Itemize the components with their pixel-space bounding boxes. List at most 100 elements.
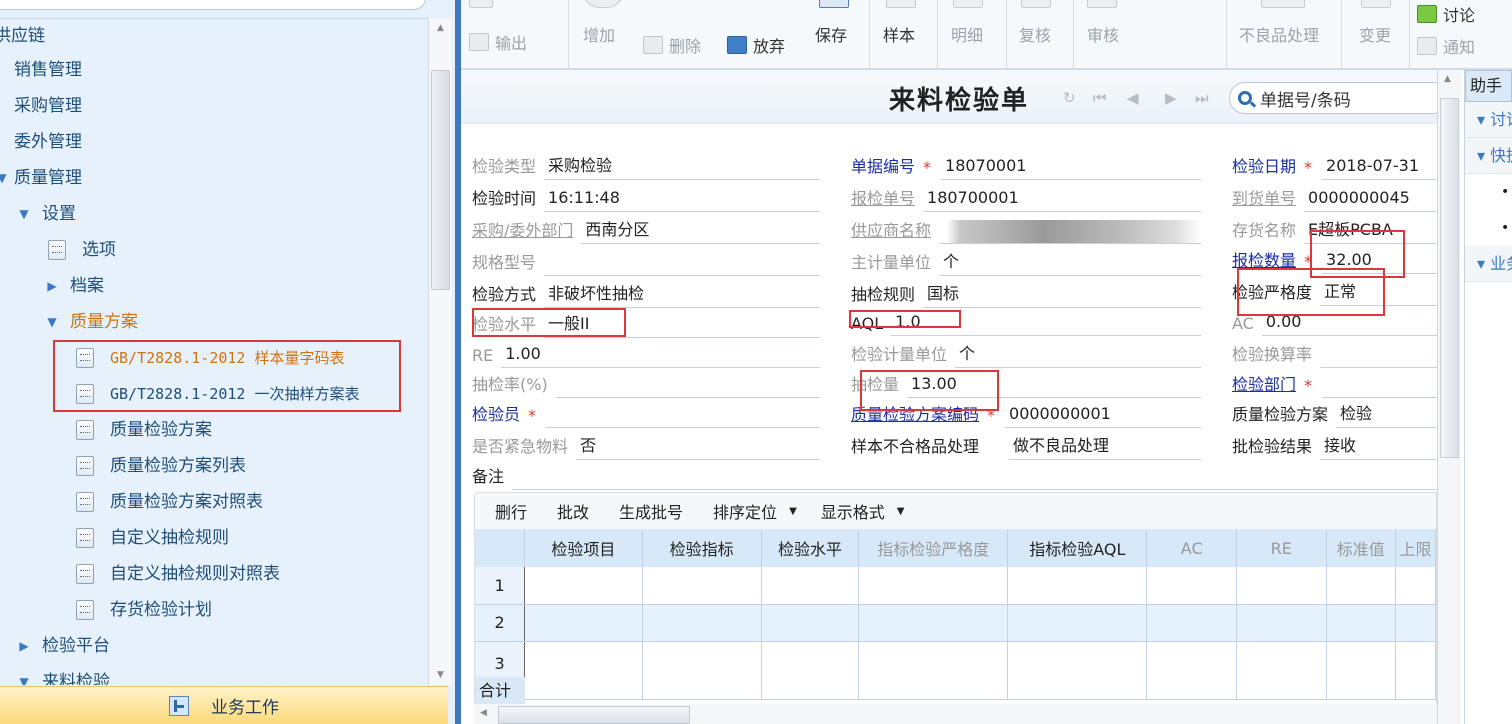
tree-item-custom-rule[interactable]: 自定义抽检规则 <box>76 521 229 555</box>
chevron-down-icon[interactable]: ▼ <box>897 506 905 517</box>
sample-button[interactable]: 样本 <box>883 22 915 46</box>
field-sample-rate[interactable]: 抽检率(%) <box>472 368 820 398</box>
tree-item-settings[interactable]: ▼ 设置 <box>14 197 76 231</box>
tree-item-sample-size-code-table[interactable]: GB/T2828.1-2012 样本量字码表 <box>76 341 345 375</box>
helper-section-discuss[interactable]: ▾ 讨论 <box>1465 102 1512 138</box>
tree-item-quality[interactable]: ▼质量管理 <box>0 161 82 195</box>
discard-button[interactable]: 放弃 <box>727 33 785 57</box>
batch-edit-button[interactable]: 批改 <box>557 499 589 523</box>
field-remark[interactable]: 备注 <box>472 460 1438 490</box>
field-inspector[interactable]: 检验员 * <box>472 398 820 428</box>
table-cell[interactable] <box>1007 567 1148 605</box>
table-cell[interactable] <box>858 641 1009 700</box>
save-icon[interactable] <box>819 0 849 8</box>
table-cell[interactable] <box>1146 604 1237 642</box>
field-insp-unit[interactable]: 检验计量单位个 <box>851 338 1201 368</box>
scroll-left-icon[interactable]: ◀ <box>480 708 487 718</box>
field-supplier[interactable]: 供应商名称（已模糊处理） <box>851 214 1201 244</box>
delete-button[interactable]: 删除 <box>643 33 701 57</box>
tree-item-single-sampling-table[interactable]: GB/T2828.1-2012 一次抽样方案表 <box>76 377 360 411</box>
field-sample-rule[interactable]: 抽检规则 国标 <box>851 278 1201 308</box>
column-header[interactable]: 检验水平 <box>761 529 860 567</box>
table-cell[interactable] <box>1395 567 1436 605</box>
scroll-up-icon[interactable]: ▲ <box>429 18 452 38</box>
column-header[interactable]: RE <box>1236 529 1327 567</box>
field-batch-result[interactable]: 批检验结果 接收 <box>1232 430 1437 460</box>
table-cell[interactable] <box>642 604 762 642</box>
tree-item-supply-chain[interactable]: 供应链 <box>0 19 45 53</box>
tree-item-custom-rule-mapping[interactable]: 自定义抽检规则对照表 <box>76 557 280 591</box>
audit-icon[interactable] <box>1087 0 1117 8</box>
table-cell[interactable] <box>1395 604 1436 642</box>
table-cell[interactable] <box>1007 604 1148 642</box>
chevron-down-icon[interactable]: ▼ <box>789 506 797 517</box>
field-insp-level[interactable]: 检验水平 一般II <box>472 308 820 338</box>
table-cell[interactable] <box>1236 604 1327 642</box>
table-row[interactable]: 2 <box>475 604 1436 642</box>
table-cell[interactable] <box>524 604 643 642</box>
tree-item-options[interactable]: 选项 <box>48 233 116 267</box>
tree-item-plan-list[interactable]: 质量检验方案列表 <box>76 449 246 483</box>
delete-row-button[interactable]: 删行 <box>495 499 527 523</box>
export-button[interactable]: 输出 <box>469 30 527 54</box>
field-dept[interactable]: 采购/委外部门 西南分区 <box>472 214 820 244</box>
recheck-button[interactable]: 复核 <box>1019 22 1051 46</box>
table-cell[interactable] <box>642 641 762 700</box>
detail-button[interactable]: 明细 <box>951 22 983 46</box>
table-cell[interactable] <box>1395 641 1436 700</box>
table-cell[interactable] <box>1326 567 1397 605</box>
table-cell[interactable] <box>761 604 860 642</box>
field-insp-dept[interactable]: 检验部门 * <box>1232 368 1437 398</box>
column-header[interactable]: 检验指标 <box>642 529 762 567</box>
notify-button[interactable]: 通知 <box>1417 34 1475 58</box>
recheck-icon[interactable] <box>1021 0 1051 8</box>
grid-horizontal-scrollbar[interactable]: ◀ <box>474 704 1437 724</box>
doc-search-input[interactable]: 单据号/条码 <box>1229 82 1449 114</box>
scroll-thumb[interactable] <box>498 706 690 724</box>
table-row[interactable]: 3 <box>475 641 1436 700</box>
business-work-tab[interactable]: 业务工作 <box>0 686 448 724</box>
table-cell[interactable] <box>1007 641 1148 700</box>
table-cell[interactable] <box>1326 604 1397 642</box>
last-record-icon[interactable]: ⏭ <box>1195 89 1209 107</box>
scroll-down-icon[interactable]: ▼ <box>429 665 452 685</box>
change-icon[interactable] <box>1361 0 1391 8</box>
tree-item-plan-mapping[interactable]: 质量检验方案对照表 <box>76 485 263 519</box>
defect-handling-button[interactable]: 不良品处理 <box>1239 22 1319 46</box>
refresh-icon[interactable]: ↻ <box>1063 89 1076 107</box>
table-cell[interactable] <box>1236 567 1327 605</box>
helper-section-quick[interactable]: ▾ 快捷 <box>1465 138 1512 174</box>
table-cell[interactable] <box>524 567 643 605</box>
field-report-no[interactable]: 报检单号 180700001 <box>851 182 1201 212</box>
field-insp-time[interactable]: 检验时间 16:11:48 <box>472 182 820 212</box>
scroll-up-icon[interactable]: ▲ <box>1444 74 1451 84</box>
helper-title[interactable]: 助手 <box>1465 70 1512 102</box>
detail-icon[interactable] <box>953 0 983 8</box>
column-header[interactable]: 检验项目 <box>524 529 643 567</box>
scroll-thumb[interactable] <box>1440 98 1459 458</box>
tree-item-incoming-inspection[interactable]: ▼ 来料检验 <box>14 665 110 685</box>
sidebar-search-input[interactable] <box>0 0 426 10</box>
field-spec[interactable]: 规格型号 <box>472 246 820 276</box>
tree-item-sales[interactable]: 销售管理 <box>14 53 82 87</box>
scroll-thumb[interactable] <box>431 70 450 290</box>
table-cell[interactable] <box>858 604 1009 642</box>
column-header[interactable]: 指标检验AQL <box>1007 529 1148 567</box>
change-button[interactable]: 变更 <box>1359 22 1391 46</box>
field-aql[interactable]: AQL 1.0 <box>851 306 1201 336</box>
field-doc-no[interactable]: 单据编号 * 18070001 <box>851 150 1201 180</box>
field-urgent[interactable]: 是否紧急物料否 <box>472 430 820 460</box>
field-inventory[interactable]: 存货名称 E超板PCBA <box>1232 214 1437 244</box>
field-quality-plan[interactable]: 质量检验方案 检验 <box>1232 398 1437 428</box>
field-re[interactable]: RE 1.00 <box>472 338 820 368</box>
column-header[interactable]: 上限 <box>1395 529 1436 567</box>
table-cell[interactable] <box>524 641 643 700</box>
field-insp-date[interactable]: 检验日期 * 2018-07-31 <box>1232 150 1437 180</box>
table-cell[interactable] <box>1326 641 1397 700</box>
sort-locate-button[interactable]: 排序定位 <box>713 499 777 523</box>
save-button[interactable]: 保存 <box>815 22 847 46</box>
helper-bullet-item[interactable]: • <box>1465 210 1512 246</box>
tree-item-inspection-platform[interactable]: ▶ 检验平台 <box>14 629 110 663</box>
column-header[interactable]: 标准值 <box>1326 529 1397 567</box>
column-header[interactable]: 指标检验严格度 <box>858 529 1009 567</box>
